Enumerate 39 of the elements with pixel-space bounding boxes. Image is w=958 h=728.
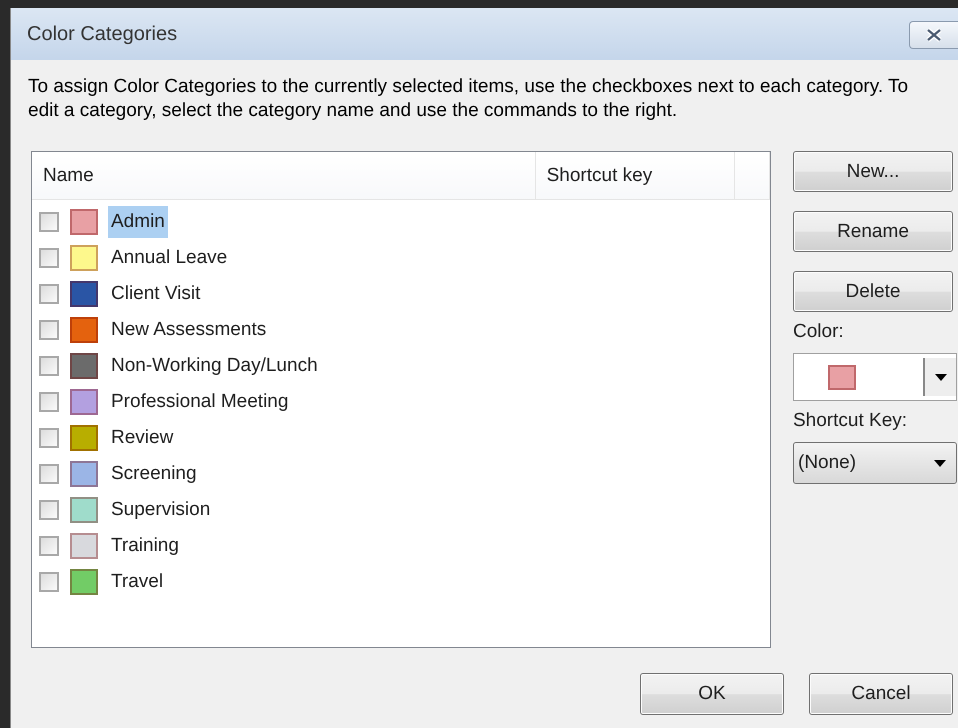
category-name[interactable]: Admin <box>108 206 168 238</box>
column-header[interactable]: Name <box>32 152 536 199</box>
delete-button[interactable]: Delete <box>793 271 953 312</box>
category-name[interactable]: Professional Meeting <box>108 386 292 418</box>
checkbox[interactable] <box>39 572 59 592</box>
checkbox[interactable] <box>39 356 59 376</box>
caret-icon <box>934 374 946 380</box>
color-label: Color: <box>793 321 845 344</box>
column-header[interactable]: Shortcut key <box>536 152 736 199</box>
shortcut-key-dropdown[interactable]: (None) <box>793 442 957 484</box>
category-name[interactable]: Supervision <box>108 494 214 526</box>
checkbox[interactable] <box>39 392 59 412</box>
category-name[interactable]: Training <box>108 530 182 562</box>
category-name[interactable]: Review <box>108 422 176 454</box>
checkbox[interactable] <box>39 212 59 232</box>
category-name[interactable]: New Assessments <box>108 314 270 346</box>
instruction-text: To assign Color Categories to the currently selected items, use the checkboxes next to each category. To edit a category, select the category name and use the commands to the right. <box>28 75 910 123</box>
category-name[interactable]: Annual Leave <box>108 242 230 274</box>
caret-icon <box>934 460 946 466</box>
close-button[interactable] <box>909 21 958 49</box>
checkbox[interactable] <box>39 428 59 448</box>
checkbox[interactable] <box>39 284 59 304</box>
window-title: Color Categories <box>27 22 178 46</box>
category-name[interactable]: Client Visit <box>108 278 204 310</box>
checkbox[interactable] <box>39 464 59 484</box>
color-dropdown[interactable] <box>793 353 957 401</box>
close-icon <box>925 28 943 42</box>
shortcut-key-label: Shortcut Key: <box>793 410 908 433</box>
new-button[interactable]: New... <box>793 151 953 192</box>
checkbox[interactable] <box>39 500 59 520</box>
category-name[interactable]: Non-Working Day/Lunch <box>108 350 321 382</box>
category-name[interactable]: Travel <box>108 566 166 598</box>
ok-button[interactable]: OK <box>640 673 784 715</box>
checkbox[interactable] <box>39 536 59 556</box>
category-name[interactable]: Screening <box>108 458 200 490</box>
checkbox[interactable] <box>39 248 59 268</box>
checkbox[interactable] <box>39 320 59 340</box>
cancel-button[interactable]: Cancel <box>809 673 953 715</box>
rename-button[interactable]: Rename <box>793 211 953 252</box>
